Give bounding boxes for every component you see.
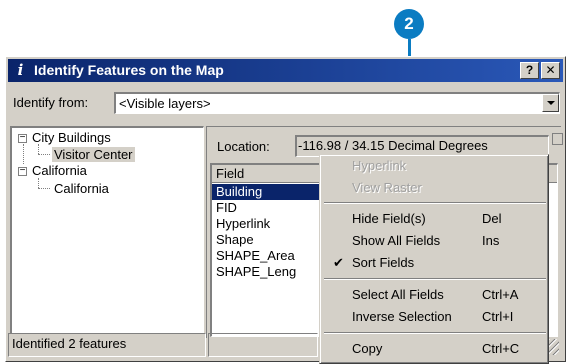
menu-separator: [324, 278, 546, 280]
identify-from-dropdown[interactable]: <Visible layers>: [114, 92, 560, 114]
collapse-icon[interactable]: −: [18, 166, 27, 176]
menu-item-shortcut: Ctrl+A: [482, 287, 519, 302]
field-column-header[interactable]: Field: [212, 165, 322, 183]
table-row[interactable]: SHAPE_Area: [212, 248, 322, 264]
location-options-button[interactable]: [552, 133, 563, 145]
menu-item-copy[interactable]: Copy Ctrl+C: [320, 338, 550, 360]
menu-item-label: Hide Field(s): [352, 211, 426, 226]
info-icon: i: [17, 61, 24, 79]
tree-connector: [38, 144, 39, 154]
tree-connector: [38, 154, 50, 155]
menu-item-hide-fields[interactable]: Hide Field(s) Del: [320, 208, 550, 230]
table-row[interactable]: Hyperlink: [212, 216, 322, 232]
chevron-down-icon: [547, 101, 555, 105]
table-row[interactable]: SHAPE_Leng: [212, 264, 322, 280]
menu-item-shortcut: Ctrl+I: [482, 309, 514, 324]
menu-item-label: View Raster: [352, 180, 422, 195]
identify-from-label: Identify from:: [13, 95, 89, 110]
menu-item-shortcut: Ctrl+C: [482, 341, 520, 356]
window-title: Identify Features on the Map: [34, 62, 224, 78]
tree-node-california-feature[interactable]: California: [54, 181, 109, 196]
menu-separator: [324, 332, 546, 334]
tree-connector: [38, 178, 39, 188]
location-label: Location:: [217, 139, 270, 154]
menu-item-show-all-fields[interactable]: Show All Fields Ins: [320, 230, 550, 252]
tree-node-visitor-center[interactable]: Visitor Center: [52, 147, 135, 162]
dropdown-arrow-button[interactable]: [542, 94, 559, 112]
tree-connector: [38, 188, 50, 189]
menu-item-inverse-selection[interactable]: Inverse Selection Ctrl+I: [320, 306, 550, 328]
step-callout-badge: 2: [394, 9, 424, 39]
menu-item-label: Copy: [352, 341, 383, 356]
menu-item-shortcut: Del: [482, 211, 502, 226]
status-bar-panel: [208, 333, 318, 357]
menu-item-sort-fields[interactable]: ✔ Sort Fields: [320, 252, 550, 274]
help-button[interactable]: ?: [520, 62, 539, 79]
menu-item-select-all-fields[interactable]: Select All Fields Ctrl+A: [320, 284, 550, 306]
menu-item-label: Select All Fields: [352, 287, 444, 302]
close-button[interactable]: ✕: [541, 62, 560, 79]
tree-node-california-layer[interactable]: California: [32, 163, 87, 178]
menu-item-label: Show All Fields: [352, 233, 441, 248]
feature-tree[interactable]: − City Buildings Visitor Center − Califo…: [10, 126, 204, 334]
identify-from-value: <Visible layers>: [119, 96, 211, 111]
table-row[interactable]: FID: [212, 200, 322, 216]
menu-item-shortcut: Ins: [482, 233, 500, 248]
checkmark-icon: ✔: [333, 255, 344, 270]
menu-item-view-raster: View Raster: [320, 177, 550, 199]
table-row[interactable]: Shape: [212, 232, 322, 248]
title-bar[interactable]: i Identify Features on the Map ? ✕: [8, 59, 563, 82]
menu-item-label: Inverse Selection: [352, 309, 452, 324]
menu-item-label: Sort Fields: [352, 255, 415, 270]
collapse-icon[interactable]: −: [18, 133, 27, 143]
table-row[interactable]: Building: [212, 184, 322, 200]
context-menu: Hyperlink View Raster Hide Field(s) Del …: [319, 154, 549, 364]
menu-separator: [324, 202, 546, 204]
tree-node-city-buildings[interactable]: City Buildings: [32, 130, 111, 145]
status-bar: Identified 2 features: [8, 333, 206, 357]
menu-item-label: Hyperlink: [352, 158, 407, 173]
tree-connector: [23, 144, 24, 164]
menu-item-hyperlink: Hyperlink: [320, 155, 550, 177]
